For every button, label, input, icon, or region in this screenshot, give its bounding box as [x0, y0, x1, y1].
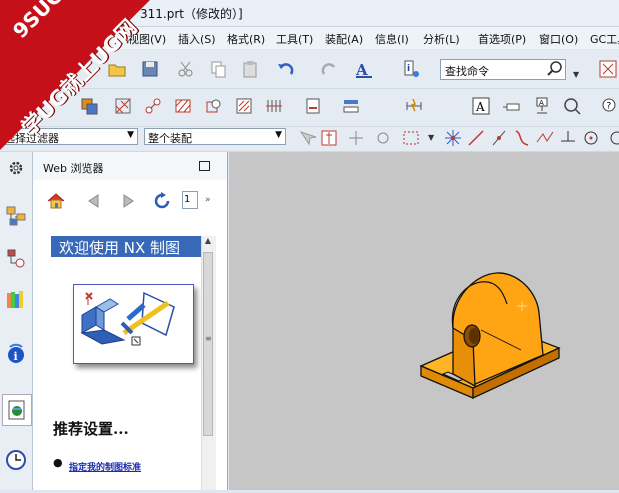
bullet-icon: ● [53, 456, 63, 469]
more-chevron-icon[interactable]: » [205, 195, 211, 205]
snap-curve-icon[interactable] [511, 127, 533, 149]
snap-point-icon[interactable] [345, 127, 367, 149]
settings-gear-icon[interactable] [4, 156, 28, 180]
drafting-tutorial-image[interactable] [73, 284, 194, 364]
selection-scope-label: 整个装配 [148, 132, 192, 145]
info-object-icon[interactable]: i [400, 58, 422, 80]
cut-icon[interactable] [175, 58, 197, 80]
fit-view-icon[interactable] [597, 58, 619, 80]
break-view-icon[interactable] [233, 95, 255, 117]
help-icon[interactable]: ? [596, 95, 618, 117]
snap-tangent-icon[interactable] [557, 127, 579, 149]
constraint-navigator-icon[interactable] [4, 247, 28, 271]
chevron-down-icon: ▼ [275, 130, 282, 140]
refresh-icon[interactable] [151, 190, 173, 212]
snap-intersection-icon[interactable] [534, 127, 556, 149]
datum-feature-icon[interactable]: A [531, 95, 553, 117]
snap-grid-icon[interactable] [442, 127, 464, 149]
section-icon[interactable] [172, 95, 194, 117]
menu-tools[interactable]: 工具(T) [276, 31, 313, 47]
svg-text:?: ? [607, 102, 612, 112]
menu-format[interactable]: 格式(R) [227, 31, 265, 47]
note-icon[interactable]: A [470, 95, 492, 117]
feature-control-icon[interactable] [500, 95, 522, 117]
part-model[interactable] [229, 152, 619, 490]
select-component-icon[interactable] [318, 127, 340, 149]
detail-view-icon[interactable] [203, 95, 225, 117]
scroll-thumb[interactable] [203, 252, 213, 436]
address-field[interactable]: 1 [182, 191, 198, 209]
menu-assemblies[interactable]: 装配(A) [325, 31, 363, 47]
menu-preferences[interactable]: 首选项(P) [478, 31, 526, 47]
maximize-icon[interactable] [199, 161, 210, 171]
snap-toolbar: ▼ [294, 128, 619, 148]
undo-icon[interactable] [275, 58, 297, 80]
update-view-icon[interactable] [302, 95, 324, 117]
selection-scope-dropdown[interactable]: 整个装配 ▼ [144, 128, 286, 145]
recommended-settings-heading: 推荐设置... [53, 420, 129, 438]
svg-text:A: A [539, 99, 544, 107]
web-browser-title: Web 浏览器 [43, 162, 104, 175]
window-title: 311.prt（修改的）] [140, 7, 243, 21]
search-icon[interactable] [546, 60, 564, 81]
menu-insert[interactable]: 插入(S) [178, 31, 216, 47]
select-feature-icon[interactable] [296, 127, 318, 149]
clock-icon[interactable] [4, 448, 28, 472]
assembly-navigator-icon[interactable] [4, 204, 28, 228]
paste-icon[interactable] [239, 58, 261, 80]
snap-midpoint-icon[interactable] [488, 127, 510, 149]
redo-icon[interactable] [318, 58, 340, 80]
svg-text:i: i [407, 64, 410, 74]
back-arrow-icon[interactable] [83, 190, 105, 212]
svg-text:A: A [475, 100, 485, 114]
dimension-icon[interactable] [403, 95, 425, 117]
snap-end-icon[interactable] [372, 127, 394, 149]
svg-text:i: i [14, 350, 18, 363]
copy-icon[interactable] [207, 58, 229, 80]
web-browser-tab-icon[interactable] [2, 394, 32, 426]
forward-arrow-icon[interactable] [117, 190, 139, 212]
home-icon[interactable] [45, 190, 67, 212]
scroll-up-arrow-icon[interactable]: ▲ [202, 236, 214, 250]
welcome-banner: 欢迎使用 NX 制图 [51, 236, 201, 257]
resource-bar: i [0, 152, 33, 490]
search-dropdown-icon[interactable]: ▼ [573, 70, 579, 79]
box-select-icon[interactable] [400, 127, 422, 149]
pattern-view-icon[interactable] [263, 95, 285, 117]
box-select-dropdown-icon[interactable]: ▼ [428, 133, 434, 142]
zoom-icon[interactable] [561, 95, 583, 117]
menu-analysis[interactable]: 分析(L) [423, 31, 460, 47]
history-library-icon[interactable] [4, 288, 28, 312]
drafting-illustration-icon [80, 291, 175, 346]
drafting-standard-link[interactable]: 指定我的制图标准 [69, 460, 141, 473]
menu-gc-toolkit[interactable]: GC工具 [590, 31, 619, 47]
text-style-icon[interactable]: A [353, 58, 375, 80]
snap-center-icon[interactable] [580, 127, 602, 149]
info-icon[interactable]: i [4, 342, 28, 366]
snap-quadrant-icon[interactable] [602, 127, 619, 149]
menu-information[interactable]: 信息(I) [375, 31, 409, 47]
graphics-window[interactable] [229, 152, 619, 490]
display-mode-icon[interactable] [340, 95, 362, 117]
scroll-grip-icon: ≡ [205, 334, 212, 343]
snap-line-icon[interactable] [465, 127, 487, 149]
menu-window[interactable]: 窗口(O) [539, 31, 578, 47]
